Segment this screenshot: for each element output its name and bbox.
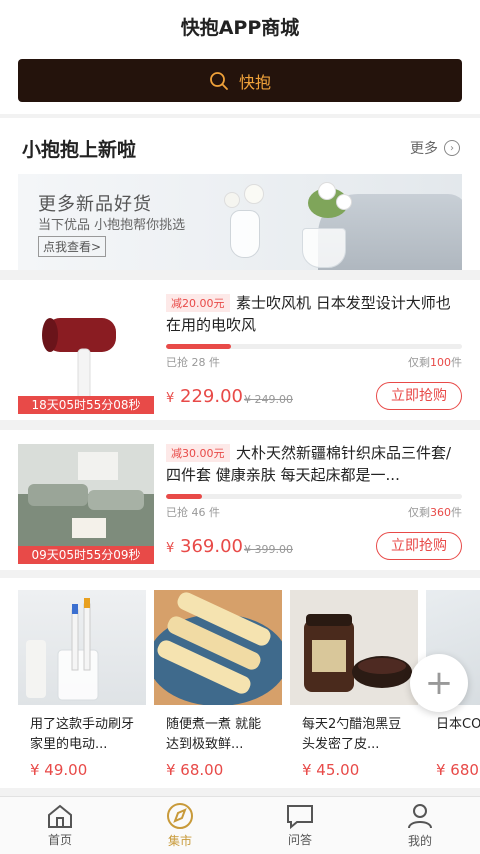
search-icon	[209, 71, 229, 91]
buy-now-button[interactable]: 立即抢购	[376, 532, 462, 560]
banner-subline: 当下优品 小抱抱帮你挑选	[38, 218, 186, 233]
tab-label: 首页	[47, 833, 72, 847]
progress-fill	[166, 494, 202, 499]
home-icon	[48, 804, 72, 828]
flower-illustration	[224, 192, 240, 208]
tab-market[interactable]: 集市	[120, 797, 240, 854]
original-price: ¥ 399.00	[244, 543, 293, 556]
countdown-timer: 18天05时55分08秒	[18, 396, 154, 414]
product-name: 素士吹风机 日本发型设计大师也在用的电吹风	[166, 294, 451, 334]
sold-count: 已抢 28 件	[166, 356, 220, 369]
flower-illustration	[318, 182, 336, 200]
product-tile-name: 用了这款手动刷牙 家里的电动...	[30, 717, 135, 752]
tab-label: 问答	[287, 833, 312, 847]
price: ¥ 369.00	[166, 536, 243, 557]
remaining-count: 仅剩360件	[408, 506, 462, 519]
remaining-count: 仅剩100件	[408, 356, 462, 369]
recommended-products-row[interactable]: 用了这款手动刷牙 家里的电动... ¥ 49.00 随便煮一煮 就能达到极致鲜.…	[0, 578, 480, 788]
product-tile-name: 日本CO赏TOP	[436, 717, 480, 732]
product-tile-price: ¥ 68.00	[166, 761, 224, 779]
sales-progress-bar	[166, 344, 462, 349]
more-link[interactable]: 更多 ›	[410, 138, 460, 158]
original-price: ¥ 249.00	[244, 393, 293, 406]
app-header: 快抱APP商城	[0, 0, 480, 52]
section-title: 小抱抱上新啦	[22, 139, 137, 161]
chat-icon	[287, 805, 313, 829]
tab-home[interactable]: 首页	[0, 797, 120, 854]
bottom-tab-bar: 首页 集市 问答 我的	[0, 796, 480, 854]
sold-count: 已抢 46 件	[166, 506, 220, 519]
product-tile-name: 每天2勺醋泡黑豆 头发密了皮...	[302, 717, 402, 752]
tab-profile[interactable]: 我的	[360, 797, 480, 854]
flower-illustration	[244, 184, 264, 204]
new-arrivals-section: 小抱抱上新啦 更多 › 更多新品好货 当下优品 小抱抱帮你挑选 点我查看>	[0, 118, 480, 270]
product-tile[interactable]: 随便煮一煮 就能达到极致鲜... ¥ 68.00	[154, 590, 282, 780]
product-tile-price: ¥ 680	[436, 761, 479, 779]
product-tile-image	[18, 590, 146, 705]
price: ¥ 229.00	[166, 386, 243, 407]
page-title: 快抱APP商城	[180, 16, 300, 39]
progress-fill	[166, 344, 232, 349]
product-image: 18天05时55分08秒	[18, 294, 154, 414]
plus-icon: +	[424, 663, 454, 703]
tab-label: 集市	[167, 834, 192, 848]
banner-headline: 更多新品好货	[38, 194, 152, 215]
countdown-timer: 09天05时55分09秒	[18, 546, 154, 564]
glass-illustration	[302, 228, 346, 268]
product-tile-price: ¥ 49.00	[30, 761, 88, 779]
chevron-right-icon: ›	[444, 140, 460, 156]
new-arrivals-banner[interactable]: 更多新品好货 当下优品 小抱抱帮你挑选 点我查看>	[18, 174, 462, 270]
add-button[interactable]: +	[410, 654, 468, 712]
search-section: 快抱	[0, 52, 480, 114]
product-tile[interactable]: 用了这款手动刷牙 家里的电动... ¥ 49.00	[18, 590, 146, 780]
product-tile-price: ¥ 45.00	[302, 761, 360, 779]
banner-cta[interactable]: 点我查看>	[38, 236, 107, 257]
flower-illustration	[336, 194, 352, 210]
product-image: 09天05时55分09秒	[18, 444, 154, 564]
product-name: 大朴天然新疆棉针织床品三件套/四件套 健康亲肤 每天起床都是一...	[166, 444, 452, 484]
product-tile-name: 随便煮一煮 就能达到极致鲜...	[166, 717, 262, 752]
toothbrush-illustration	[26, 598, 99, 701]
tab-qa[interactable]: 问答	[240, 797, 360, 854]
product-card[interactable]: 09天05时55分09秒 减30.00元 大朴天然新疆棉针织床品三件套/四件套 …	[0, 430, 480, 570]
product-tile-image	[154, 590, 282, 705]
tab-label: 我的	[407, 834, 432, 848]
sales-progress-bar	[166, 494, 462, 499]
search-bar[interactable]: 快抱	[18, 59, 462, 102]
noodles-illustration	[154, 592, 282, 705]
product-tile[interactable]: 每天2勺醋泡黑豆 头发密了皮... ¥ 45.00	[290, 590, 418, 780]
vase-illustration	[230, 210, 260, 258]
user-icon	[408, 804, 432, 829]
product-tile-image	[290, 590, 418, 705]
black-bean-jar-illustration	[304, 614, 412, 692]
search-label: 快抱	[238, 72, 271, 92]
buy-now-button[interactable]: 立即抢购	[376, 382, 462, 410]
compass-icon	[167, 803, 193, 829]
product-card[interactable]: 18天05时55分08秒 减20.00元 素士吹风机 日本发型设计大师也在用的电…	[0, 280, 480, 420]
more-label: 更多	[410, 141, 438, 157]
